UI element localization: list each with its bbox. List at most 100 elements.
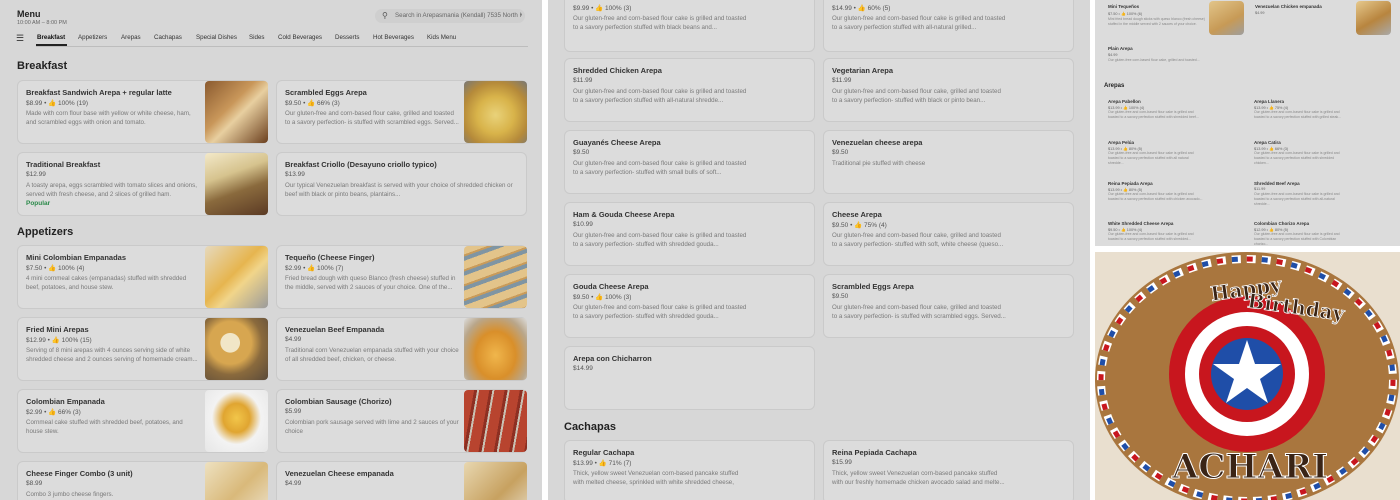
item-description: Our gluten-free and corn-based flour cak… xyxy=(832,15,1006,31)
menu-item-card[interactable]: Gouda Cheese Arepa $9.50 • 👍 100% (3) Ou… xyxy=(564,274,815,338)
mini-item-name: Arepa Llanera xyxy=(1254,99,1285,104)
tab-appetizers[interactable]: Appetizers xyxy=(78,34,107,41)
mini-item-name: Reina Pepiada Arepa xyxy=(1108,181,1153,186)
mini-item-description: Our gluten-free and corn-based flour cak… xyxy=(1254,232,1340,245)
item-name: Venezuelan Beef Empanada xyxy=(285,325,385,334)
menu-item-card[interactable]: Traditional Breakfast $12.99 A toasty ar… xyxy=(17,152,268,216)
menu-search-input[interactable]: ⚲ Search in Arepasmania (Kendall) 7535 N… xyxy=(375,9,525,23)
menu-item-card[interactable]: Colombian Empanada $2.99 • 👍 66% (3) Cor… xyxy=(17,389,268,453)
item-name: Colombian Empanada xyxy=(26,397,105,406)
item-photo xyxy=(464,81,527,143)
mini-item-description: Our gluten-free and corn-based flour cak… xyxy=(1108,110,1199,119)
tab-sides[interactable]: Sides xyxy=(249,34,264,41)
item-photo xyxy=(205,462,268,500)
mini-item-description: Mini fried bread dough sticks with queso… xyxy=(1108,17,1205,26)
item-price: $11.99 xyxy=(832,77,852,84)
list-icon[interactable]: ☰ xyxy=(16,33,24,44)
item-price: $8.99 xyxy=(26,480,43,487)
menu-item-card[interactable]: Breakfast Criollo (Desayuno criollo typi… xyxy=(276,152,527,216)
menu-item-card[interactable]: Scrambled Eggs Arepa $9.50 • 👍 66% (3) O… xyxy=(276,80,527,144)
menu-item-card[interactable]: Tequeño (Cheese Finger) $2.99 • 👍 100% (… xyxy=(276,245,527,309)
item-description: Our gluten-free and corn-based flour cak… xyxy=(573,15,747,31)
menu-item-card[interactable]: Mini Colombian Empanadas $7.50 • 👍 100% … xyxy=(17,245,268,309)
item-price: $14.99 xyxy=(573,365,593,372)
menu-item-card[interactable]: Venezuelan Beef Empanada $4.99 Tradition… xyxy=(276,317,527,381)
menu-item-card[interactable]: Guayanés Cheese Arepa $9.50 Our gluten-f… xyxy=(564,130,815,194)
menu-item-card[interactable]: Breakfast Sandwich Arepa + regular latte… xyxy=(17,80,268,144)
menu-item-card[interactable]: Reina Pepiada Cachapa $15.99 Thick, yell… xyxy=(823,440,1074,500)
item-description: 4 mini cornmeal cakes (empanadas) stuffe… xyxy=(26,275,187,291)
item-price: $9.50 • 👍 66% (3) xyxy=(285,100,340,107)
item-photo xyxy=(205,390,268,452)
menu-item-card[interactable]: Venezuelan cheese arepa $9.50 Traditiona… xyxy=(823,130,1074,194)
section-title-breakfast: Breakfast xyxy=(17,60,68,72)
mini-section-title: Arepas xyxy=(1104,83,1125,89)
mini-item-description: Our gluten-free and corn-based flour cak… xyxy=(1254,110,1342,119)
item-price: $2.99 • 👍 66% (3) xyxy=(26,409,81,416)
item-price: $13.99 • 👍 71% (7) xyxy=(573,460,632,467)
item-description: Serving of 8 mini arepas with 4 ounces s… xyxy=(26,347,198,363)
item-description: Thick, yellow sweet Venezuelan corn-base… xyxy=(573,470,739,486)
mini-item-description: Our gluten-free and corn-based flour cak… xyxy=(1108,232,1194,241)
tab-arepas[interactable]: Arepas xyxy=(121,34,141,41)
item-name: Cheese Arepa xyxy=(832,210,882,219)
mini-item-description: Our gluten-free and corn-based flour cak… xyxy=(1108,192,1203,201)
menu-panel-arepas-cachapas: $9.99 • 👍 100% (3) Our gluten-free and c… xyxy=(548,0,1090,500)
menu-item-card[interactable]: Regular Cachapa $13.99 • 👍 71% (7) Thick… xyxy=(564,440,815,500)
item-name: Scrambled Eggs Arepa xyxy=(832,282,914,291)
item-name: Arepa con Chicharron xyxy=(573,354,652,363)
item-name: Venezuelan cheese arepa xyxy=(832,138,923,147)
item-description: Our gluten-free and corn-based flour cak… xyxy=(285,110,459,126)
item-name: Venezuelan Cheese empanada xyxy=(285,469,394,478)
item-price: $5.99 xyxy=(285,408,302,415)
tab-hot-beverages[interactable]: Hot Beverages xyxy=(373,34,414,41)
item-photo xyxy=(205,153,268,215)
menu-item-card[interactable]: Shredded Chicken Arepa $11.99 Our gluten… xyxy=(564,58,815,122)
menu-item-card[interactable]: Colombian Sausage (Chorizo) $5.99 Colomb… xyxy=(276,389,527,453)
menu-item-card[interactable]: $14.99 • 👍 60% (5) Our gluten-free and c… xyxy=(823,0,1074,52)
tab-special-dishes[interactable]: Special Dishes xyxy=(196,34,237,41)
item-description: Our gluten-free and corn-based flour cak… xyxy=(573,232,747,248)
mini-item-price: $4.99 xyxy=(1108,53,1118,57)
mini-item-name: Plain Arepa xyxy=(1108,46,1133,51)
tab-cachapas[interactable]: Cachapas xyxy=(154,34,182,41)
menu-item-card[interactable]: Vegetarian Arepa $11.99 Our gluten-free … xyxy=(823,58,1074,122)
item-price: $9.50 • 👍 100% (3) xyxy=(573,294,632,301)
section-title-appetizers: Appetizers xyxy=(17,226,74,238)
tab-cold-beverages[interactable]: Cold Beverages xyxy=(278,34,322,41)
menu-item-card[interactable]: Cheese Finger Combo (3 unit) $8.99 Combo… xyxy=(17,461,268,500)
item-name: Regular Cachapa xyxy=(573,448,635,457)
item-description: Our gluten-free and corn-based flour cak… xyxy=(832,304,1006,320)
menu-item-card[interactable]: Cheese Arepa $9.50 • 👍 75% (4) Our glute… xyxy=(823,202,1074,266)
mini-item-description: Our gluten-free and corn-based flour cak… xyxy=(1108,151,1194,165)
mini-item-name: Shredded Beef Arepa xyxy=(1254,181,1300,186)
mini-item-price: $4.99 xyxy=(1255,11,1265,15)
mini-item-name: Colombian Chorizo Arepa xyxy=(1254,221,1310,226)
tab-desserts[interactable]: Desserts xyxy=(335,34,359,41)
item-price: $9.50 xyxy=(573,149,590,156)
item-description: Traditional corn Venezuelan empanada stu… xyxy=(285,347,459,363)
menu-item-card[interactable]: Venezuelan Cheese empanada $4.99 xyxy=(276,461,527,500)
search-icon: ⚲ xyxy=(382,11,388,20)
popular-badge: Popular xyxy=(26,200,51,207)
tab-kids-menu[interactable]: Kids Menu xyxy=(427,34,456,41)
menu-item-card[interactable]: Fried Mini Arepas $12.99 • 👍 100% (15) S… xyxy=(17,317,268,381)
item-photo xyxy=(464,246,527,308)
cookie-cake-image: Happy Birthday ACHARI xyxy=(1095,252,1400,500)
item-price: $10.99 xyxy=(573,221,593,228)
mini-item-description: Our gluten-free and corn-based flour cak… xyxy=(1254,151,1340,165)
menu-item-card[interactable]: Ham & Gouda Cheese Arepa $10.99 Our glut… xyxy=(564,202,815,266)
item-name: Ham & Gouda Cheese Arepa xyxy=(573,210,675,219)
item-name: Breakfast Sandwich Arepa + regular latte xyxy=(26,88,172,97)
menu-item-card[interactable]: Scrambled Eggs Arepa $9.50 Our gluten-fr… xyxy=(823,274,1074,338)
menu-item-card[interactable]: Arepa con Chicharron $14.99 xyxy=(564,346,815,410)
mini-menu-panel: Mini Tequeños $7.50 • 👍 100% (6) Mini fr… xyxy=(1095,0,1400,246)
tab-breakfast[interactable]: Breakfast xyxy=(37,34,65,41)
item-description: Fried bread dough with queso Blanco (fre… xyxy=(285,275,456,291)
item-price: $11.99 xyxy=(573,77,593,84)
item-name: Cheese Finger Combo (3 unit) xyxy=(26,469,133,478)
item-name: Gouda Cheese Arepa xyxy=(573,282,649,291)
mini-item-name: Arepa Catira xyxy=(1254,140,1281,145)
menu-item-card[interactable]: $9.99 • 👍 100% (3) Our gluten-free and c… xyxy=(564,0,815,52)
item-photo xyxy=(205,318,268,380)
